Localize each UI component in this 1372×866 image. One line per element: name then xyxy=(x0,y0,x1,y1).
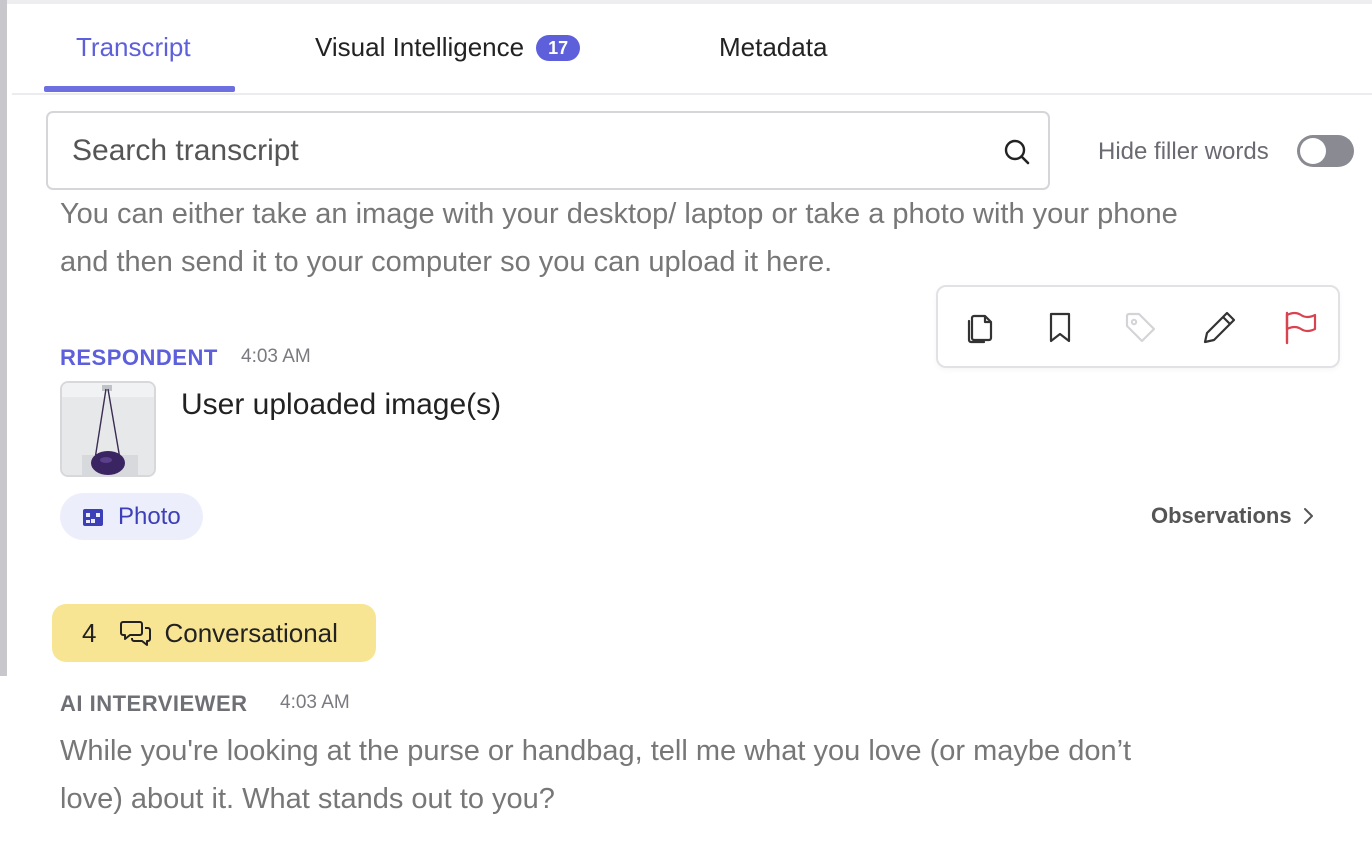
observations-label: Observations xyxy=(1151,503,1292,528)
uploaded-image-thumbnail[interactable] xyxy=(60,381,156,477)
handbag-photo xyxy=(62,383,154,475)
active-tab-indicator xyxy=(44,86,235,92)
previous-message-line-2: and then send it to your computer so you… xyxy=(60,246,833,278)
respondent-speaker-label: RESPONDENT xyxy=(60,345,218,370)
search-input[interactable] xyxy=(72,127,972,175)
count-badge: 17 xyxy=(536,34,581,61)
hide-filler-words-toggle[interactable] xyxy=(1297,135,1354,167)
section-number: 4 xyxy=(82,617,97,648)
section-chip[interactable]: 4 Conversational xyxy=(52,604,376,662)
tab-metadata[interactable]: Metadata xyxy=(719,32,827,63)
search-box xyxy=(46,111,1050,190)
tab-visual-intelligence[interactable]: Visual Intelligence 17 xyxy=(315,32,581,63)
tag-icon[interactable] xyxy=(1120,307,1160,347)
ai-interviewer-message: While you're looking at the purse or han… xyxy=(60,727,1290,823)
pencil-icon[interactable] xyxy=(1200,307,1240,347)
respondent-timestamp: 4:03 AM xyxy=(241,346,311,367)
section-label: Conversational xyxy=(164,617,338,648)
respondent-message: User uploaded image(s) xyxy=(181,388,502,421)
previous-message: You can either take an image with your d… xyxy=(60,190,1330,286)
copy-icon[interactable] xyxy=(960,307,1000,347)
tab-transcript[interactable]: Transcript xyxy=(76,32,191,63)
photo-icon xyxy=(83,508,103,526)
tab-transcript-label: Transcript xyxy=(76,32,191,62)
left-border xyxy=(0,0,7,676)
ai-message-line-2: love) about it. What stands out to you? xyxy=(60,783,555,815)
toggle-knob xyxy=(1300,138,1326,164)
chat-icon xyxy=(120,621,152,646)
flag-icon[interactable] xyxy=(1280,307,1320,347)
message-action-toolbar xyxy=(936,285,1340,368)
chevron-right-icon xyxy=(1303,508,1313,524)
photo-chip[interactable]: Photo xyxy=(60,493,203,540)
photo-chip-label: Photo xyxy=(118,502,181,530)
previous-message-line-1: You can either take an image with your d… xyxy=(60,198,1178,230)
bookmark-icon[interactable] xyxy=(1040,307,1080,347)
hide-filler-words-label: Hide filler words xyxy=(1098,138,1269,165)
ai-message-line-1: While you're looking at the purse or han… xyxy=(60,735,1132,767)
search-icon[interactable] xyxy=(1002,137,1032,167)
observations-link[interactable]: Observations xyxy=(1151,503,1314,529)
tab-bar: Transcript Visual Intelligence 17 Metada… xyxy=(12,4,1372,95)
tab-metadata-label: Metadata xyxy=(719,32,828,62)
ai-interviewer-timestamp: 4:03 AM xyxy=(280,692,350,713)
ai-interviewer-speaker-label: AI INTERVIEWER xyxy=(60,691,248,716)
tab-visual-intelligence-label: Visual Intelligence xyxy=(315,32,525,62)
